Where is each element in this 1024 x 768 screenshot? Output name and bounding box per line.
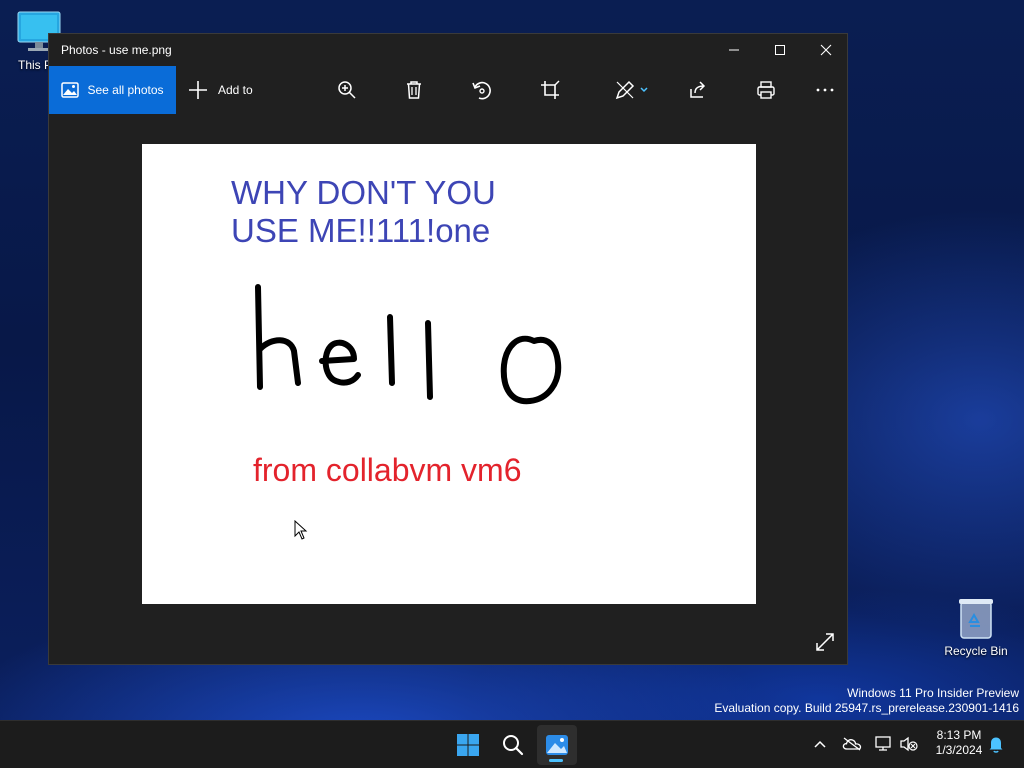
zoom-in-icon	[338, 81, 356, 99]
onedrive-button[interactable]	[840, 732, 864, 756]
network-button[interactable]	[872, 732, 896, 756]
taskbar	[0, 720, 1024, 768]
edit-button[interactable]	[607, 66, 657, 114]
edit-pencil-icon	[615, 80, 635, 100]
trash-icon	[407, 81, 421, 99]
recycle-bin-label: Recycle Bin	[944, 644, 1008, 658]
handwritten-hello	[255, 284, 562, 405]
rotate-button[interactable]	[462, 66, 502, 114]
clock-date: 1/3/2024	[935, 743, 983, 757]
see-all-photos-button[interactable]: See all photos	[49, 66, 176, 114]
notifications-button[interactable]	[984, 732, 1008, 756]
crop-icon	[541, 80, 560, 99]
expand-icon	[816, 633, 834, 651]
chevron-up-icon	[814, 740, 826, 748]
clock-time: 8:13 PM	[936, 728, 982, 742]
clock[interactable]: 8:13 PM 1/3/2024	[928, 728, 990, 758]
chevron-down-icon	[640, 87, 648, 93]
delete-button[interactable]	[394, 66, 434, 114]
recycle-bin-icon	[957, 596, 995, 640]
network-icon	[875, 736, 891, 751]
search-icon	[503, 735, 524, 756]
fullscreen-button[interactable]	[811, 628, 839, 656]
close-icon	[820, 44, 832, 56]
plus-icon	[189, 81, 207, 99]
ellipsis-icon	[816, 88, 834, 92]
maximize-icon	[775, 45, 785, 55]
speaker-muted-icon	[900, 736, 918, 752]
os-watermark-line2: Evaluation copy. Build 25947.rs_prerelea…	[714, 701, 1019, 715]
minimize-icon	[729, 49, 739, 51]
zoom-button[interactable]	[327, 66, 367, 114]
image-heading-line1: WHY DON'T YOU	[231, 174, 496, 211]
share-icon	[690, 81, 706, 98]
search-button[interactable]	[493, 725, 533, 765]
add-to-button[interactable]: Add to	[184, 66, 268, 114]
title-bar[interactable]: Photos - use me.png	[49, 34, 847, 66]
more-options-button[interactable]	[805, 66, 845, 114]
start-button[interactable]	[448, 725, 488, 765]
maximize-button[interactable]	[757, 34, 803, 66]
photos-window: Photos - use me.png See all photos Add t…	[48, 33, 848, 665]
mouse-cursor-icon	[294, 520, 308, 540]
minimize-button[interactable]	[711, 34, 757, 66]
close-button[interactable]	[803, 34, 849, 66]
photos-icon	[61, 82, 80, 98]
photo-canvas[interactable]: WHY DON'T YOU USE ME!!111!one from colla…	[142, 144, 756, 604]
active-app-indicator	[549, 759, 563, 762]
windows-logo-icon	[457, 734, 479, 756]
rotate-icon	[472, 81, 491, 100]
recycle-bin[interactable]: Recycle Bin	[940, 596, 1012, 658]
photos-app-icon	[546, 735, 568, 755]
volume-button[interactable]	[897, 732, 921, 756]
add-to-label: Add to	[218, 83, 253, 97]
see-all-photos-label: See all photos	[87, 83, 164, 97]
os-watermark-line1: Windows 11 Pro Insider Preview	[847, 686, 1019, 700]
show-hidden-icons-button[interactable]	[808, 732, 832, 756]
printer-icon	[757, 81, 775, 99]
image-heading-line2: USE ME!!111!one	[231, 212, 491, 249]
window-title: Photos - use me.png	[61, 43, 172, 57]
cloud-offline-icon	[842, 737, 862, 751]
bell-icon	[989, 737, 1003, 753]
share-button[interactable]	[678, 66, 718, 114]
image-caption: from collabvm vm6	[253, 452, 522, 488]
toolbar: See all photos Add to	[49, 66, 847, 114]
crop-button[interactable]	[530, 66, 570, 114]
print-button[interactable]	[746, 66, 786, 114]
